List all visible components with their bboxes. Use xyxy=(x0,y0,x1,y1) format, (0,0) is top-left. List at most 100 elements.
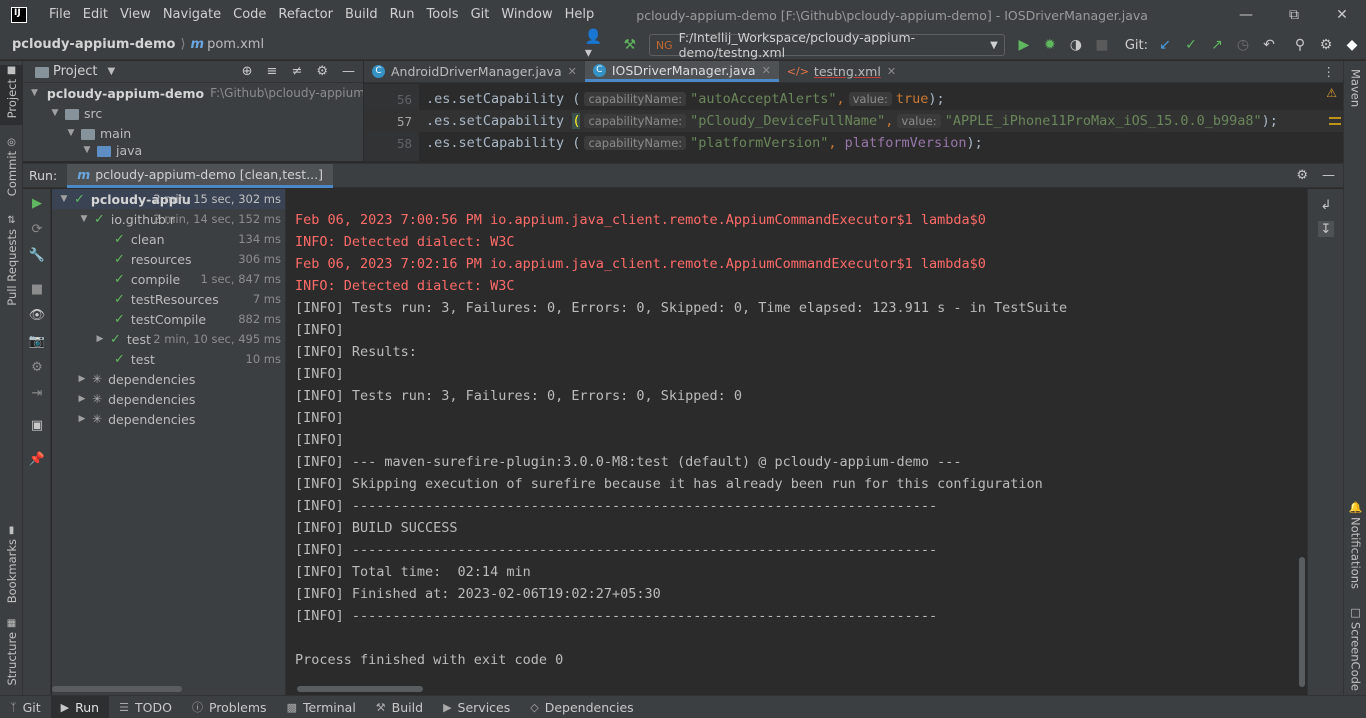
tree-row[interactable]: ✓ clean 134 ms xyxy=(52,229,285,249)
more-tabs-icon[interactable]: ⋮ xyxy=(1323,61,1344,82)
project-view-select[interactable]: Project xyxy=(53,64,97,79)
debug-icon[interactable]: ✹ xyxy=(1038,33,1062,57)
git-update-icon[interactable]: ↙ xyxy=(1153,33,1177,57)
tool-tab-maven[interactable]: Maven xyxy=(1344,69,1366,129)
git-commit-icon[interactable]: ✓ xyxy=(1179,33,1203,57)
search-icon[interactable]: ⚲ xyxy=(1288,33,1312,57)
user-icon[interactable]: 👤▾ xyxy=(585,29,609,61)
expand-all-icon[interactable]: ≡ xyxy=(267,64,278,79)
menu-refactor[interactable]: Refactor xyxy=(272,0,339,30)
bottom-tab-dependencies[interactable]: ◇ Dependencies xyxy=(520,696,643,718)
menu-help[interactable]: Help xyxy=(559,0,601,30)
rerun-failed-icon[interactable]: ⟳ xyxy=(29,221,45,237)
soft-wrap-icon[interactable]: ↲ xyxy=(1318,197,1334,213)
tree-row[interactable]: ✓ testResources 7 ms xyxy=(52,289,285,309)
tool-tab-commit[interactable]: ◎ Commit xyxy=(0,137,23,197)
chevron-down-icon[interactable]: ▼ xyxy=(107,66,115,77)
tree-row-root[interactable]: ▼ ✓ pcloudy-appiu 2 min, 15 sec, 302 ms xyxy=(52,189,285,209)
tree-item-main[interactable]: ▼ main xyxy=(23,123,363,143)
horizontal-scrollbar[interactable] xyxy=(297,686,423,692)
menu-view[interactable]: View xyxy=(114,0,157,30)
pin-icon[interactable]: 📌 xyxy=(29,451,45,467)
menu-file[interactable]: File xyxy=(43,0,77,30)
run-tab[interactable]: m pcloudy-appium-demo [clean,test...] xyxy=(67,163,333,188)
tree-row[interactable]: ▶ ✓ test 2 min, 10 sec, 495 ms xyxy=(52,329,285,349)
tree-item-src[interactable]: ▼ src xyxy=(23,103,363,123)
rerun-icon[interactable]: ▶ xyxy=(29,195,45,211)
menu-build[interactable]: Build xyxy=(339,0,384,30)
menu-tools[interactable]: Tools xyxy=(421,0,465,30)
tree-row[interactable]: ✓ compile 1 sec, 847 ms xyxy=(52,269,285,289)
code-line-current[interactable]: 57 .es.setCapability (capabilityName: "pC… xyxy=(364,110,1343,132)
menu-git[interactable]: Git xyxy=(465,0,496,30)
bottom-tab-problems[interactable]: ⓘ Problems xyxy=(182,696,277,718)
horizontal-scrollbar[interactable] xyxy=(52,686,182,692)
tool-tab-pull-requests[interactable]: ⇅ Pull Requests xyxy=(0,215,23,307)
gear-icon[interactable]: ⚙ xyxy=(316,64,328,79)
stop-icon[interactable]: ■ xyxy=(1090,33,1114,57)
close-tab-icon[interactable]: ✕ xyxy=(887,65,896,78)
close-tab-icon[interactable]: ✕ xyxy=(568,65,577,78)
jetbrains-toolbox-icon[interactable]: ◆ xyxy=(1340,33,1364,57)
breadcrumb-file[interactable]: pom.xml xyxy=(207,37,264,52)
tree-row[interactable]: ▶ ✳ dependencies xyxy=(52,389,285,409)
breadcrumb-project[interactable]: pcloudy-appium-demo xyxy=(12,37,175,52)
bottom-tab-terminal[interactable]: ▩ Terminal xyxy=(277,696,366,718)
code-line[interactable]: 58 .es.setCapability (capabilityName: "pl… xyxy=(364,132,1343,154)
tab-ios-driver-manager[interactable]: C IOSDriverManager.java ✕ xyxy=(584,61,779,82)
hide-icon[interactable]: — xyxy=(1322,168,1335,183)
coverage-icon[interactable]: ◑ xyxy=(1064,33,1088,57)
layout-icon[interactable]: ▣ xyxy=(29,417,45,433)
vertical-scrollbar[interactable] xyxy=(1299,557,1305,687)
git-push-icon[interactable]: ↗ xyxy=(1205,33,1229,57)
close-icon[interactable]: ✕ xyxy=(1318,0,1366,30)
run-configuration-select[interactable]: NG F:/Intellij_Workspace/pcloudy-appium-… xyxy=(648,30,1005,60)
bottom-tab-services[interactable]: ▶ Services xyxy=(433,696,520,718)
wrench-icon[interactable]: 🔧 xyxy=(29,247,45,263)
exit-icon[interactable]: ⇥ xyxy=(29,385,45,401)
tool-tab-screencode[interactable]: □ ScreenCode xyxy=(1344,606,1366,691)
collapse-all-icon[interactable]: ≠ xyxy=(291,64,302,79)
eye-icon[interactable]: 👁 xyxy=(29,307,46,323)
minimize-icon[interactable]: — xyxy=(1222,0,1270,30)
tool-tab-notifications[interactable]: 🔔 Notifications xyxy=(1344,501,1366,601)
menu-code[interactable]: Code xyxy=(227,0,272,30)
menu-window[interactable]: Window xyxy=(495,0,558,30)
tree-row[interactable]: ✓ testCompile 882 ms xyxy=(52,309,285,329)
menu-navigate[interactable]: Navigate xyxy=(157,0,227,30)
tab-testng-xml[interactable]: </> testng.xml ✕ xyxy=(779,61,904,82)
warning-icon[interactable]: ⚠ xyxy=(1326,86,1337,100)
console-output[interactable]: Feb 06, 2023 7:00:56 PM io.appium.java_c… xyxy=(287,189,1307,696)
tree-row[interactable]: ▶ ✳ dependencies xyxy=(52,409,285,429)
bottom-tab-build[interactable]: ⚒ Build xyxy=(366,696,433,718)
build-hammer-icon[interactable]: ⚒ xyxy=(618,33,642,57)
tool-tab-structure[interactable]: ▦ Structure xyxy=(0,618,23,690)
bottom-tab-git[interactable]: ᛉ Git xyxy=(0,696,51,718)
stop-icon[interactable]: ■ xyxy=(29,281,45,297)
settings-cog-icon[interactable]: ⚙ xyxy=(29,359,45,375)
close-tab-icon[interactable]: ✕ xyxy=(762,64,771,77)
tool-tab-bookmarks[interactable]: ▮ Bookmarks xyxy=(0,525,23,605)
hide-icon[interactable]: — xyxy=(342,64,355,79)
rollback-icon[interactable]: ↶ xyxy=(1257,33,1281,57)
locate-icon[interactable]: ⊕ xyxy=(242,64,253,79)
tree-item-project-root[interactable]: ▼ pcloudy-appium-demo F:\Github\pcloudy-… xyxy=(23,83,363,103)
menu-run[interactable]: Run xyxy=(384,0,421,30)
scroll-to-end-icon[interactable]: ↧ xyxy=(1318,221,1334,237)
restore-icon[interactable]: ⧉ xyxy=(1270,0,1318,30)
tree-row[interactable]: ✓ test 10 ms xyxy=(52,349,285,369)
history-icon[interactable]: ◷ xyxy=(1231,33,1255,57)
tree-row[interactable]: ✓ resources 306 ms xyxy=(52,249,285,269)
tree-item-java[interactable]: ▼ java xyxy=(23,143,363,157)
bottom-tab-run[interactable]: ▶ Run xyxy=(50,695,110,718)
code-line[interactable]: 56 .es.setCapability (capabilityName: "au… xyxy=(364,88,1343,110)
camera-icon[interactable]: 📷 xyxy=(29,333,45,349)
menu-edit[interactable]: Edit xyxy=(77,0,114,30)
bottom-tab-todo[interactable]: ☰ TODO xyxy=(109,696,182,718)
run-icon[interactable]: ▶ xyxy=(1012,33,1036,57)
tab-android-driver-manager[interactable]: C AndroidDriverManager.java ✕ xyxy=(364,61,585,82)
gear-icon[interactable]: ⚙ xyxy=(1296,168,1308,183)
tree-row[interactable]: ▶ ✳ dependencies xyxy=(52,369,285,389)
tool-tab-project[interactable]: ■ Project xyxy=(0,65,23,125)
gear-icon[interactable]: ⚙ xyxy=(1314,33,1338,57)
